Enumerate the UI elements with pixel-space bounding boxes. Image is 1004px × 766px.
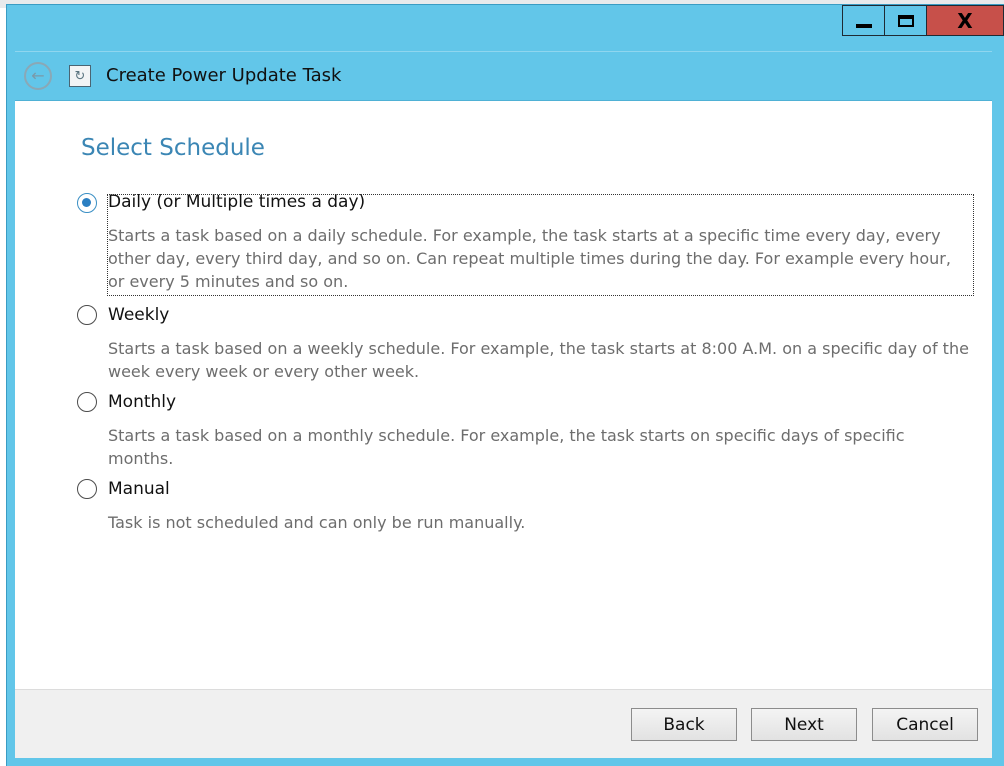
- option-description-weekly: Starts a task based on a weekly schedule…: [108, 339, 969, 381]
- maximize-button[interactable]: [884, 5, 927, 36]
- option-label-manual: Manual: [108, 479, 170, 499]
- wizard-footer: Back Next Cancel: [15, 689, 992, 758]
- close-button[interactable]: X: [926, 5, 1004, 36]
- next-button[interactable]: Next: [751, 708, 857, 741]
- minimize-button[interactable]: [842, 5, 885, 36]
- option-label-weekly: Weekly: [108, 305, 170, 325]
- radio-daily[interactable]: [77, 193, 97, 213]
- option-description-manual: Task is not scheduled and can only be ru…: [108, 513, 526, 532]
- radio-monthly[interactable]: [77, 392, 97, 412]
- wizard-header: ← ↻ Create Power Update Task: [15, 51, 992, 101]
- maximize-icon: [897, 14, 914, 27]
- power-update-icon: ↻: [69, 65, 91, 87]
- radio-weekly[interactable]: [77, 305, 97, 325]
- close-icon: X: [957, 8, 973, 33]
- page-title: Select Schedule: [81, 135, 265, 161]
- back-button[interactable]: Back: [631, 708, 737, 741]
- focus-rectangle: [107, 194, 974, 296]
- radio-manual[interactable]: [77, 479, 97, 499]
- back-arrow-icon[interactable]: ←: [24, 62, 52, 90]
- cancel-button[interactable]: Cancel: [872, 708, 978, 741]
- caption-buttons: X: [842, 5, 1004, 36]
- option-description-monthly: Starts a task based on a monthly schedul…: [108, 426, 905, 468]
- minimize-icon: [855, 23, 872, 28]
- option-label-monthly: Monthly: [108, 392, 177, 412]
- window-title: Create Power Update Task: [106, 65, 342, 86]
- wizard-content: Select Schedule Daily (or Multiple times…: [15, 101, 992, 689]
